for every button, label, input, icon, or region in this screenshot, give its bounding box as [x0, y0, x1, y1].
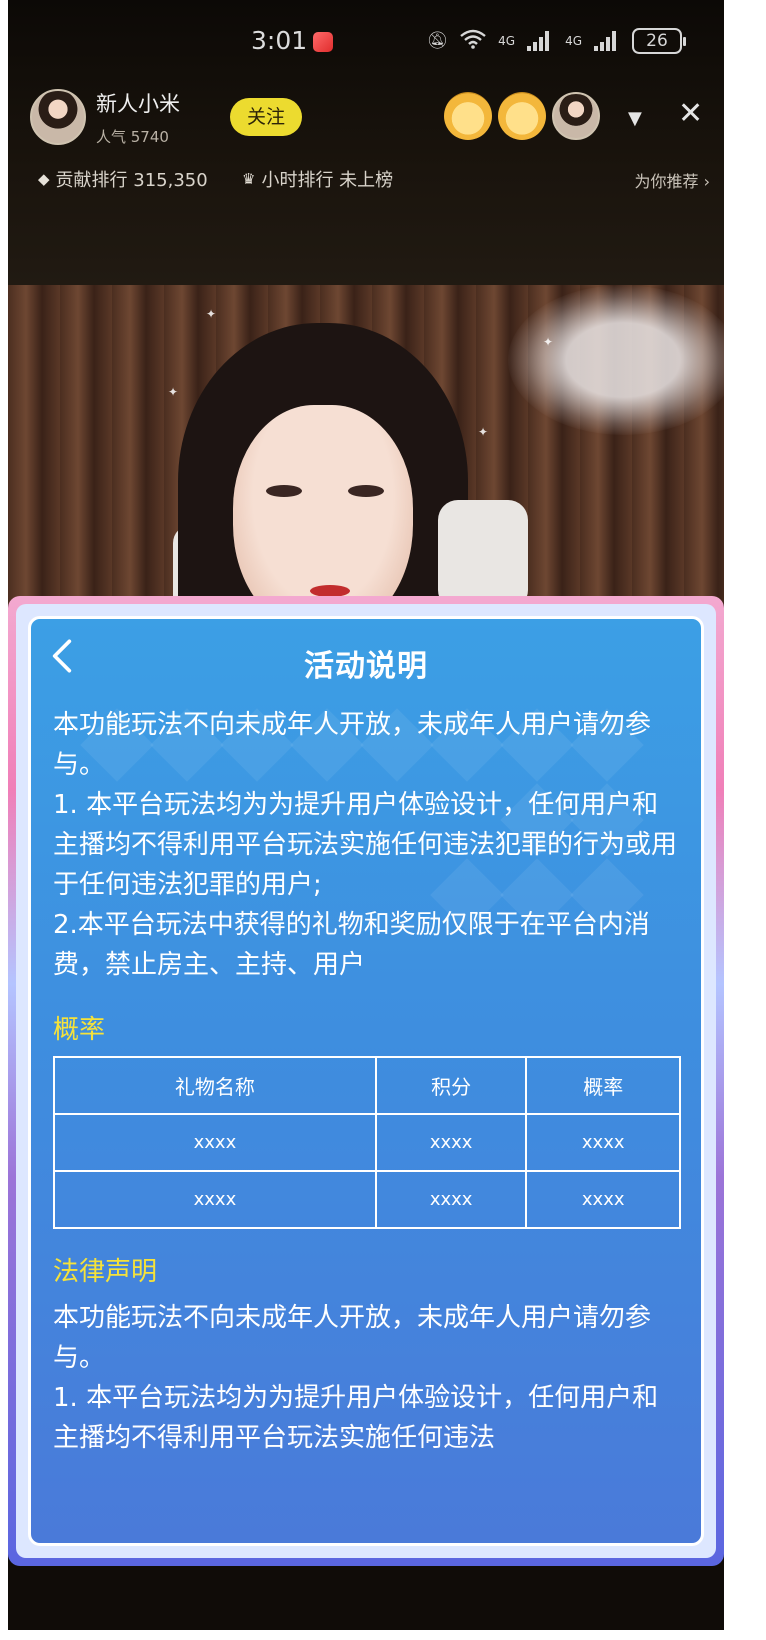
table-cell: xxxx: [374, 1113, 528, 1172]
hourly-rank[interactable]: ♛ 小时排行 未上榜: [242, 166, 393, 192]
anchor-avatar[interactable]: [30, 89, 86, 145]
table-header: 礼物名称: [53, 1056, 377, 1115]
battery-icon: 26: [632, 28, 686, 54]
table-row: xxxx xxxx xxxx: [53, 1113, 681, 1172]
contribution-rank-label: 贡献排行 315,350: [55, 170, 208, 191]
contribution-rank[interactable]: ◆ 贡献排行 315,350: [38, 166, 208, 192]
viewer-avatar[interactable]: [444, 92, 492, 140]
status-time: 3:01: [251, 26, 308, 55]
diamond-icon: ◆: [38, 170, 50, 188]
anchor-info[interactable]: 新人小米 人气 5740: [30, 88, 180, 146]
panel-content: 本功能玩法不向未成年人开放，未成年人用户请勿参与。 1. 本平台玩法均为为提升用…: [53, 705, 683, 1458]
panel-title: 活动说明: [304, 649, 428, 684]
crown-icon: ♛: [242, 170, 256, 188]
anchor-popularity: 人气 5740: [96, 127, 169, 146]
dropdown-icon[interactable]: ▼: [628, 108, 642, 129]
viewer-avatar[interactable]: [498, 92, 546, 140]
viewer-list[interactable]: [444, 92, 600, 140]
follow-button[interactable]: 关注: [230, 98, 302, 136]
legal-paragraph: 本功能玩法不向未成年人开放，未成年人用户请勿参与。 1. 本平台玩法均为为提升用…: [53, 1303, 659, 1453]
viewer-avatar[interactable]: [552, 92, 600, 140]
activity-panel: 活动说明 本功能玩法不向未成年人开放，未成年人用户请勿参与。 1. 本平台玩法均…: [8, 596, 724, 1566]
signal-icon-1: [527, 31, 553, 51]
table-cell: xxxx: [53, 1113, 377, 1172]
table-header: 积分: [374, 1056, 528, 1115]
close-icon[interactable]: ✕: [678, 96, 703, 132]
live-room-screen: 3:01 🔕︎ 4G 4G 26 新人小米 人气 5740 关注 ▼ ✕ ◆ 贡…: [8, 0, 724, 1630]
table-header: 概率: [525, 1056, 681, 1115]
hourly-rank-label: 小时排行 未上榜: [261, 170, 394, 191]
signal-icon-2: [594, 31, 620, 51]
table-cell: xxxx: [53, 1170, 377, 1229]
mute-icon: 🔕︎: [426, 31, 449, 51]
room-header: 3:01 🔕︎ 4G 4G 26 新人小米 人气 5740 关注 ▼ ✕ ◆ 贡…: [8, 0, 724, 285]
legal-title: 法律声明: [53, 1257, 158, 1287]
table-cell: xxxx: [525, 1170, 681, 1229]
wifi-icon: [460, 29, 486, 54]
network-label-1: 4G: [498, 34, 516, 48]
status-bar: 3:01 🔕︎ 4G 4G 26: [8, 22, 724, 62]
app-notification-icon: [313, 32, 333, 52]
live-video: ✦ ✦ ✦ ✦: [8, 285, 724, 605]
intro-paragraph: 本功能玩法不向未成年人开放，未成年人用户请勿参与。 1. 本平台玩法均为为提升用…: [53, 710, 678, 980]
table-cell: xxxx: [374, 1170, 528, 1229]
status-icons: 🔕︎ 4G 4G 26: [426, 28, 686, 54]
anchor-name: 新人小米: [96, 91, 180, 116]
table-cell: xxxx: [525, 1113, 681, 1172]
activity-panel-body: 活动说明 本功能玩法不向未成年人开放，未成年人用户请勿参与。 1. 本平台玩法均…: [28, 616, 704, 1546]
probability-title: 概率: [53, 1015, 106, 1045]
network-label-2: 4G: [565, 34, 582, 48]
recommend-link[interactable]: 为你推荐 ›: [635, 168, 711, 192]
table-header-row: 礼物名称 积分 概率: [53, 1056, 681, 1115]
probability-table: 礼物名称 积分 概率 xxxx xxxx xxxx xxxx xxxx xxxx: [53, 1056, 681, 1229]
table-row: xxxx xxxx xxxx: [53, 1170, 681, 1229]
